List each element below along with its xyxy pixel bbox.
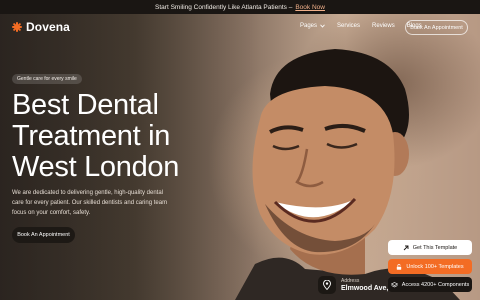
address-card: Address Elmwood Ave, [318, 276, 388, 294]
nav-item-label: Pages [300, 23, 318, 29]
nav-item-reviews[interactable]: Reviews [372, 23, 395, 29]
nav-item-services[interactable]: Services [337, 23, 360, 29]
address-value: Elmwood Ave, [341, 285, 389, 292]
button-label: Get This Template [412, 244, 458, 251]
nav-item-pages[interactable]: Pages [300, 23, 325, 29]
nav-book-appointment-button[interactable]: Book An Appointment [405, 20, 468, 35]
arrow-up-right-icon [403, 245, 409, 250]
hero-tag: Gentle care for every smile [12, 74, 82, 84]
button-label: Unlock 100+ Templates [406, 263, 464, 270]
announcement-text: Start Smiling Confidently Like Atlanta P… [155, 3, 293, 11]
access-components-button[interactable]: Access 4200+ Components [388, 277, 472, 292]
book-now-link[interactable]: Book Now [295, 4, 325, 11]
get-template-button[interactable]: Get This Template [388, 240, 472, 255]
title-line: Best Dental [12, 89, 159, 121]
title-line: Treatment in [12, 120, 171, 152]
unlock-templates-button[interactable]: Unlock 100+ Templates [388, 259, 472, 274]
announcement-bar: Start Smiling Confidently Like Atlanta P… [0, 0, 480, 14]
brand-name: Dovena [26, 20, 70, 34]
hero-description: We are dedicated to delivering gentle, h… [12, 190, 168, 216]
address-label: Address [341, 278, 360, 284]
nav-links: Pages Services Reviews Blogs [300, 23, 422, 29]
hero-book-appointment-button[interactable]: Book An Appointment [12, 227, 75, 243]
map-pin-icon [318, 276, 336, 294]
logo[interactable]: Dovena [12, 20, 70, 34]
button-label: Access 4200+ Components [401, 281, 470, 288]
page-title: Best Dental Treatment in West London [12, 90, 232, 183]
nav-item-label: Reviews [372, 23, 395, 29]
dovena-logo-icon [12, 22, 22, 32]
nav-item-label: Services [337, 23, 361, 29]
layers-icon [390, 281, 398, 287]
title-line: West London [12, 151, 180, 183]
unlock-icon [397, 263, 402, 270]
main-nav: Dovena Pages Services Reviews Blogs Book… [0, 14, 480, 42]
chevron-down-icon [320, 24, 325, 28]
